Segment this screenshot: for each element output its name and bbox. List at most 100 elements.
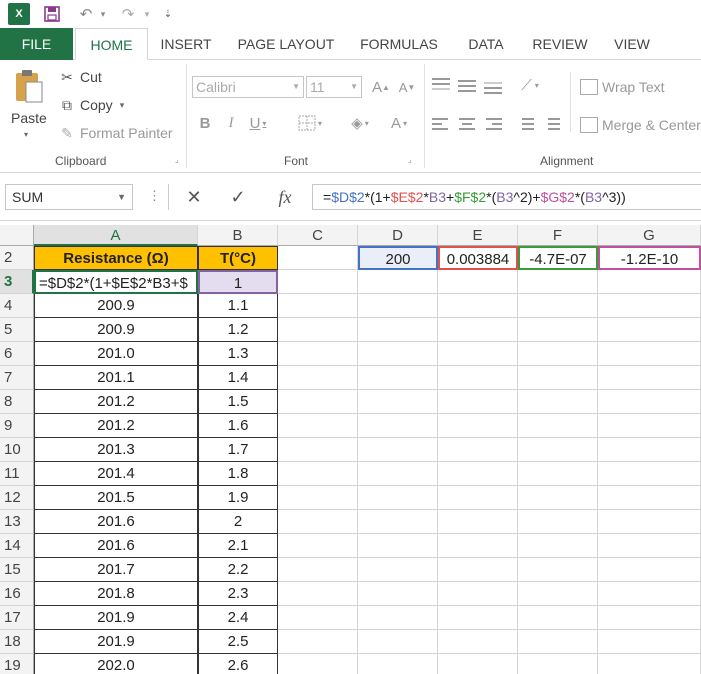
row-header[interactable]: 11: [0, 462, 34, 486]
grid-cell[interactable]: [278, 510, 358, 534]
grid-cell[interactable]: 1.1: [198, 294, 278, 318]
grid-cell[interactable]: 201.6: [34, 534, 198, 558]
grid-cell[interactable]: [278, 606, 358, 630]
wrap-text-button[interactable]: Wrap Text: [580, 76, 665, 98]
grid-cell[interactable]: [358, 534, 438, 558]
grid-cell[interactable]: [438, 318, 518, 342]
save-icon[interactable]: [42, 3, 62, 25]
column-header-g[interactable]: G: [598, 225, 701, 246]
row-header[interactable]: 9: [0, 414, 34, 438]
grid-cell[interactable]: [438, 462, 518, 486]
tab-review[interactable]: REVIEW: [532, 28, 588, 60]
grid-cell[interactable]: [358, 606, 438, 630]
grid-cell[interactable]: [598, 510, 701, 534]
clipboard-launcher-icon[interactable]: ⌟: [175, 156, 183, 164]
grid-cell[interactable]: [518, 654, 598, 674]
grid-cell[interactable]: 2.3: [198, 582, 278, 606]
align-center-icon[interactable]: [458, 116, 476, 134]
grid-cell[interactable]: [358, 270, 438, 294]
grid-cell[interactable]: [518, 438, 598, 462]
tab-page-layout[interactable]: PAGE LAYOUT: [236, 28, 336, 60]
grid-cell[interactable]: 200.9: [34, 318, 198, 342]
row-header[interactable]: 14: [0, 534, 34, 558]
name-box[interactable]: SUM ▼: [5, 184, 133, 210]
underline-icon[interactable]: U ▾: [246, 112, 270, 134]
grid-cell[interactable]: 201.6: [34, 510, 198, 534]
grid-cell[interactable]: 200.9: [34, 294, 198, 318]
row-header[interactable]: 2: [0, 246, 34, 270]
cut-button[interactable]: ✂ Cut: [58, 67, 102, 87]
align-left-icon[interactable]: [432, 116, 450, 134]
grid-cell[interactable]: [598, 318, 701, 342]
row-header[interactable]: 8: [0, 390, 34, 414]
grid-cell[interactable]: 2: [198, 510, 278, 534]
increase-indent-icon[interactable]: [542, 116, 560, 134]
grid-cell[interactable]: [518, 510, 598, 534]
grid-cell[interactable]: [278, 414, 358, 438]
grid-cell[interactable]: [438, 534, 518, 558]
font-launcher-icon[interactable]: ⌟: [408, 156, 416, 164]
grid-cell[interactable]: [278, 318, 358, 342]
grid-cell[interactable]: [598, 342, 701, 366]
grid-cell[interactable]: [438, 414, 518, 438]
grid-cell[interactable]: [358, 510, 438, 534]
grid-cell[interactable]: [358, 558, 438, 582]
fill-color-icon[interactable]: ◈ ▾: [342, 112, 378, 134]
grid-cell[interactable]: 201.2: [34, 390, 198, 414]
italic-icon[interactable]: I: [222, 112, 240, 134]
enter-icon[interactable]: ✓: [224, 184, 252, 210]
grid-cell[interactable]: [278, 462, 358, 486]
row-header[interactable]: 4: [0, 294, 34, 318]
row-header[interactable]: 13: [0, 510, 34, 534]
grid-cell[interactable]: [518, 462, 598, 486]
bold-icon[interactable]: B: [196, 112, 214, 134]
tab-home[interactable]: HOME: [75, 28, 148, 60]
middle-align-icon[interactable]: [458, 76, 476, 94]
grid-cell[interactable]: 202.0: [34, 654, 198, 674]
grid-cell[interactable]: [518, 318, 598, 342]
grid-cell[interactable]: [598, 438, 701, 462]
row-header[interactable]: 6: [0, 342, 34, 366]
grid-cell[interactable]: 1.6: [198, 414, 278, 438]
grid-cell[interactable]: [598, 390, 701, 414]
undo-icon[interactable]: ↶: [76, 3, 96, 25]
column-header-b[interactable]: B: [198, 225, 278, 246]
grid-cell[interactable]: [358, 342, 438, 366]
grid-cell[interactable]: [278, 534, 358, 558]
grid-cell[interactable]: [438, 654, 518, 674]
grid-cell[interactable]: 201.9: [34, 630, 198, 654]
grid-cell[interactable]: [438, 294, 518, 318]
select-all-corner[interactable]: [0, 225, 34, 246]
undo-dropdown-icon[interactable]: ▾: [98, 3, 108, 25]
grid-cell[interactable]: [358, 294, 438, 318]
grid-cell[interactable]: [438, 342, 518, 366]
grid-cell[interactable]: [518, 630, 598, 654]
grid-cell[interactable]: 201.3: [34, 438, 198, 462]
row-header[interactable]: 5: [0, 318, 34, 342]
row-header[interactable]: 15: [0, 558, 34, 582]
grid-cell[interactable]: [438, 630, 518, 654]
grid-cell[interactable]: 2.1: [198, 534, 278, 558]
grid-cell[interactable]: 1.7: [198, 438, 278, 462]
grid-cell[interactable]: [278, 486, 358, 510]
grid-cell[interactable]: [518, 342, 598, 366]
paste-icon[interactable]: [14, 68, 44, 104]
grid-cell[interactable]: [358, 414, 438, 438]
grid-cell[interactable]: 201.1: [34, 366, 198, 390]
grid-cell[interactable]: [358, 366, 438, 390]
grid-cell[interactable]: [278, 246, 358, 270]
grid-cell[interactable]: [598, 534, 701, 558]
paste-dropdown-icon[interactable]: ▾: [24, 130, 28, 139]
align-right-icon[interactable]: [484, 116, 502, 134]
merge-center-button[interactable]: Merge & Center: [580, 114, 701, 136]
grid-cell[interactable]: [278, 366, 358, 390]
copy-button[interactable]: ⧉ Copy ▾: [58, 95, 124, 115]
customize-toolbar-icon[interactable]: ⇣: [162, 3, 174, 25]
grid-cell[interactable]: [358, 318, 438, 342]
grid-cell[interactable]: [598, 366, 701, 390]
orientation-icon[interactable]: ⟋ ▾: [510, 74, 550, 96]
insert-function-icon[interactable]: fx: [268, 184, 302, 210]
bottom-align-icon[interactable]: [484, 76, 502, 94]
grid-cell[interactable]: 201.7: [34, 558, 198, 582]
font-name-dropdown[interactable]: Calibri ▼: [192, 76, 304, 98]
